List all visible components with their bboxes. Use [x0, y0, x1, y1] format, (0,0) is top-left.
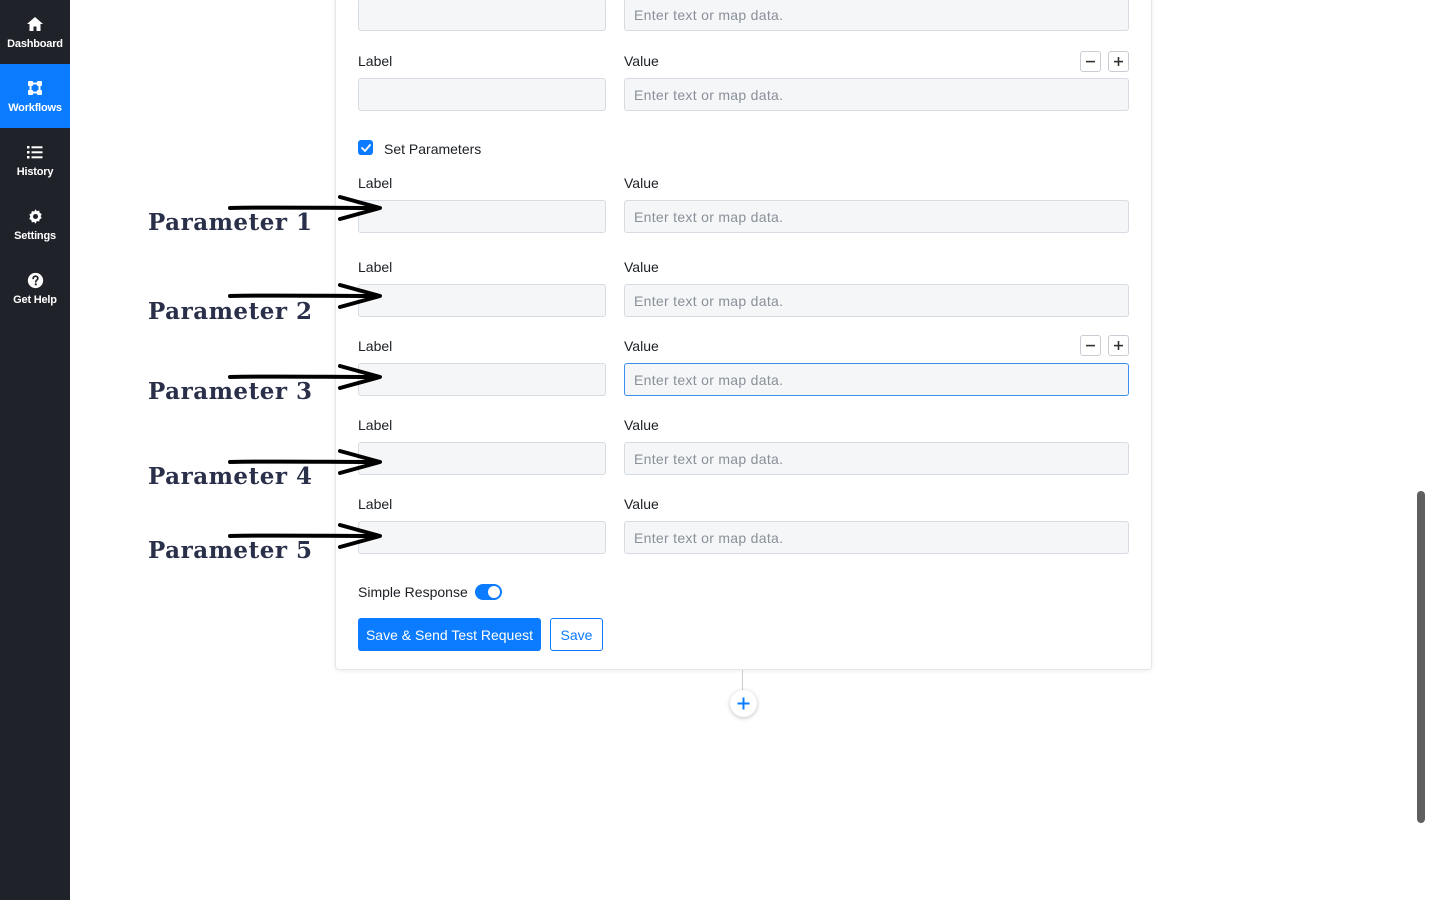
toggle-knob [488, 586, 500, 598]
nav-item-dashboard[interactable]: Dashboard [0, 0, 70, 64]
annotation-arrow-5 [228, 523, 382, 549]
param-1-value-input[interactable]: Enter text or map data. [624, 200, 1129, 233]
add-step-button[interactable] [730, 690, 757, 717]
param-1-value-title: Value [624, 175, 659, 191]
simple-response-toggle[interactable] [475, 584, 502, 600]
list-icon [25, 142, 45, 162]
param-4-label-title: Label [358, 417, 393, 433]
nav-label-get-help: Get Help [13, 294, 57, 306]
param-5-label-title: Label [358, 496, 393, 512]
nav-label-history: History [16, 166, 54, 178]
param-1-label-input[interactable] [358, 200, 606, 233]
add-row-button[interactable] [1108, 51, 1129, 72]
param-2-value-title: Value [624, 259, 659, 275]
header-label-input-1[interactable] [358, 0, 606, 31]
nav-label-dashboard: Dashboard [7, 38, 63, 50]
save-button[interactable]: Save [550, 618, 603, 651]
set-parameters-checkbox[interactable] [358, 140, 373, 155]
annotation-arrow-2 [228, 283, 382, 309]
param-5-value-input[interactable]: Enter text or map data. [624, 521, 1129, 554]
set-parameters-label: Set Parameters [384, 141, 482, 157]
nav-item-get-help[interactable]: Get Help [0, 256, 70, 320]
param-add-row-button[interactable] [1108, 335, 1129, 356]
home-icon [25, 14, 45, 34]
scrollbar-track [1425, 0, 1440, 900]
param-4-value-input[interactable]: Enter text or map data. [624, 442, 1129, 475]
annotation-arrow-1 [228, 195, 382, 221]
sidebar: Dashboard Workflows History Settings Get… [0, 0, 70, 900]
simple-response-label: Simple Response [358, 584, 468, 600]
nav-item-workflows[interactable]: Workflows [0, 64, 70, 128]
param-3-label-input[interactable] [358, 363, 606, 396]
step-connector-line [742, 670, 743, 692]
nav-label-workflows: Workflows [8, 102, 62, 114]
param-3-label-title: Label [358, 338, 393, 354]
param-5-label-input[interactable] [358, 521, 606, 554]
remove-row-button[interactable] [1080, 51, 1101, 72]
save-send-test-request-button[interactable]: Save & Send Test Request [358, 618, 541, 651]
nav-item-settings[interactable]: Settings [0, 192, 70, 256]
check-icon [360, 143, 371, 152]
gear-icon [25, 206, 45, 226]
param-4-label-input[interactable] [358, 442, 606, 475]
param-3-value-input[interactable]: Enter text or map data. [624, 363, 1129, 396]
question-icon [25, 270, 45, 290]
annotation-arrow-3 [228, 364, 382, 390]
field-label-value: Value [624, 53, 659, 69]
plus-icon [737, 697, 750, 710]
header-value-input-1[interactable]: Enter text or map data. [624, 0, 1129, 31]
nav-label-settings: Settings [14, 230, 56, 242]
param-3-value-title: Value [624, 338, 659, 354]
header-value-input-2[interactable]: Enter text or map data. [624, 78, 1129, 111]
param-2-label-title: Label [358, 259, 393, 275]
annotation-arrow-4 [228, 449, 382, 475]
nav-item-history[interactable]: History [0, 128, 70, 192]
param-remove-row-button[interactable] [1080, 335, 1101, 356]
scrollbar-thumb[interactable] [1417, 491, 1425, 823]
param-5-value-title: Value [624, 496, 659, 512]
field-label-label: Label [358, 53, 393, 69]
param-1-label-title: Label [358, 175, 393, 191]
param-2-label-input[interactable] [358, 284, 606, 317]
header-label-input-2[interactable] [358, 78, 606, 111]
param-4-value-title: Value [624, 417, 659, 433]
param-2-value-input[interactable]: Enter text or map data. [624, 284, 1129, 317]
workflows-icon [25, 78, 45, 98]
